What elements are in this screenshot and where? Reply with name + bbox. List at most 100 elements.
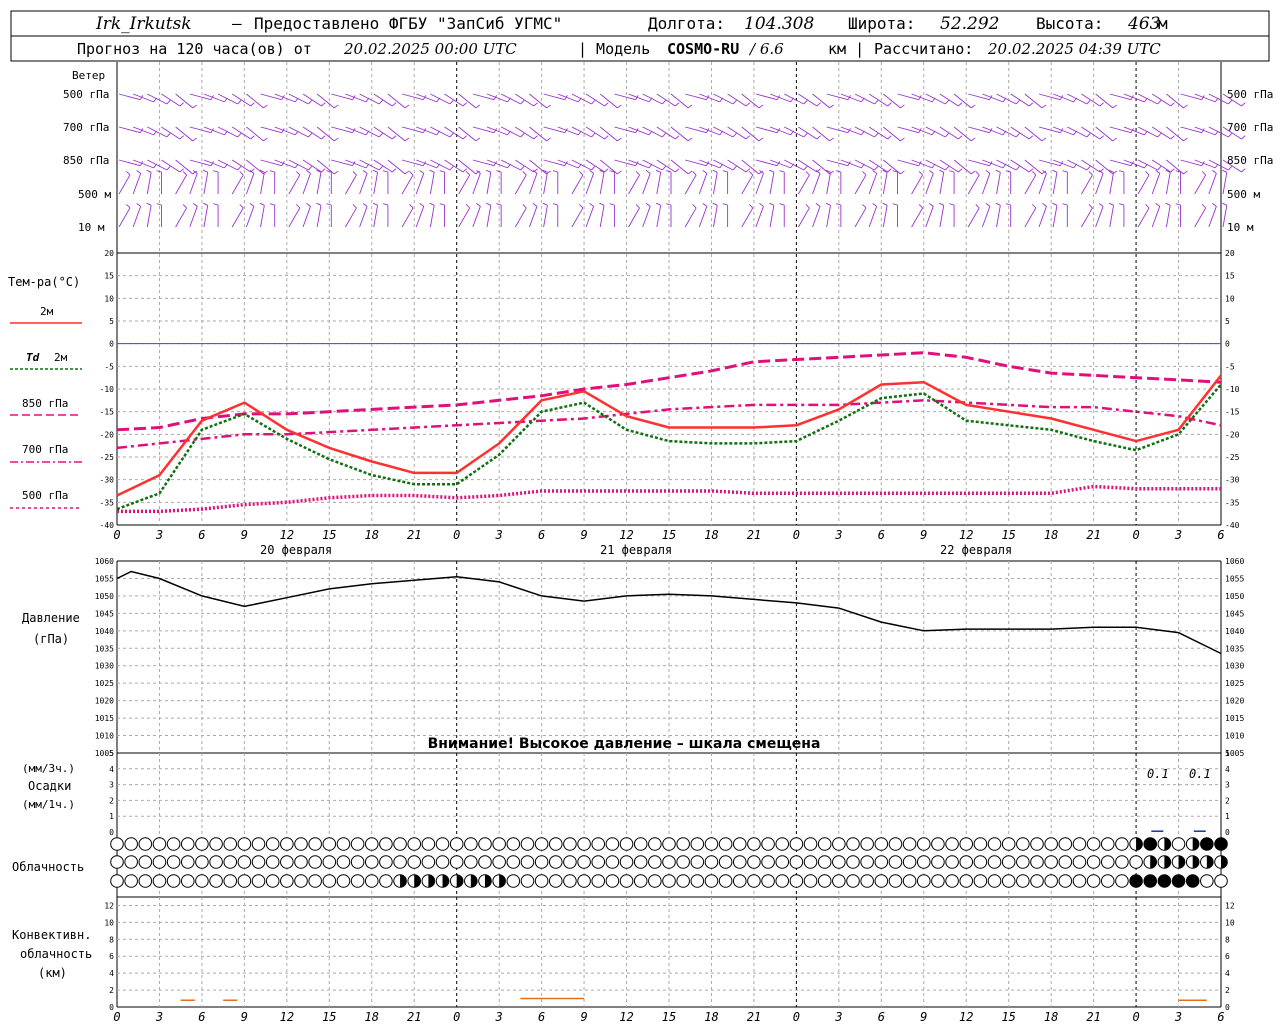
wind-barb [387, 159, 406, 175]
cloud-circle [987, 874, 1002, 888]
wind-barb [812, 159, 830, 175]
calc-date: 20.02.2025 04:39 UTC [987, 40, 1161, 58]
wind-barb [925, 173, 934, 195]
wind-barb [1109, 205, 1115, 228]
wind-barb-feather [1108, 202, 1114, 206]
wind-barb [543, 172, 548, 195]
wind-barb-feather [1028, 102, 1034, 107]
cloud-circle [180, 837, 195, 851]
meteogram: Irk_Irkutsk — Предоставлено ФГБУ "ЗапСиб… [8, 10, 1273, 1024]
cloud-circle [407, 855, 422, 869]
wind-barb-feather [604, 168, 609, 173]
cloud-circle [152, 855, 167, 869]
pressure-axis: 1005 10051010 10101015 10151020 10201025 1025… [95, 557, 1245, 758]
cloud-circle [379, 874, 393, 888]
wind-barb [628, 174, 640, 195]
wind-barb [1038, 173, 1047, 195]
wind-barb [288, 207, 301, 228]
cloud-circle [563, 855, 577, 869]
cloud-circle [931, 874, 945, 888]
wind-barb-feather [378, 132, 383, 138]
wind-barb-feather [439, 203, 445, 206]
wind-barb [1109, 172, 1115, 195]
cloud-circle [152, 837, 167, 851]
wind-barb [260, 159, 282, 167]
y-tick-label-left: 1025 [95, 679, 114, 688]
wind-barb-feather [635, 171, 640, 176]
cloud-circle-filled [1200, 837, 1214, 851]
y-tick-label-left: 8 [109, 935, 114, 944]
wind-barb [1165, 172, 1171, 195]
wind-barb [953, 93, 972, 109]
wind-barb-feather [156, 203, 162, 206]
wind-barb [1038, 206, 1047, 228]
wind-barb-feather [1062, 203, 1068, 206]
wind-barb-feather [748, 204, 754, 209]
wind-barb-feather [1098, 203, 1104, 207]
wind-barb [1052, 172, 1058, 195]
cloud-circle-half [485, 874, 492, 888]
wind-barb [713, 172, 718, 195]
wind-barb-feather [1183, 137, 1188, 142]
cloud-circle [973, 855, 988, 869]
x-axis-hours-bottom: 0 3 6 9 12 15 18 21 0 3 6 9 12 15 18 21 0 3 6 9 12 15 18 21 0 3 6 [113, 1010, 1224, 1024]
cloud-circle-half [1164, 855, 1171, 869]
wind-barb-feather [462, 102, 468, 107]
wind-barb [1151, 173, 1161, 195]
wind-barb-feather [862, 171, 867, 176]
cloud-circle [1016, 837, 1030, 851]
cloud-circle [435, 855, 450, 869]
y-tick-label-left: 1055 [95, 574, 114, 583]
cloud-circle [364, 855, 379, 869]
pressure-warning: Внимание! Высокое давление – шкала смеще… [428, 736, 821, 752]
wind-barb-feather [352, 171, 357, 176]
y-tick-label-left: 1035 [95, 644, 114, 653]
cloud-circle [124, 874, 138, 888]
wind-barb-feather [687, 137, 693, 142]
cloud-circle [563, 874, 577, 888]
wind-barb-feather [250, 135, 255, 140]
x-tick-label: 21 [1086, 1010, 1100, 1024]
cloud-circle [916, 855, 931, 869]
wind-barb-feather [732, 132, 737, 138]
wind-barb [458, 174, 471, 195]
wind-barb [345, 207, 357, 228]
y-tick-label-right: 3 [1225, 781, 1230, 790]
cloud-circle-filled [1172, 874, 1185, 888]
cloud-circle-half [1206, 855, 1214, 869]
wind-barb-feather [1183, 170, 1188, 175]
cloud-circle [973, 874, 988, 888]
wind-barb [246, 126, 264, 142]
wind-barb [599, 172, 605, 195]
cloud-circle [931, 855, 945, 869]
wind-barb-feather [995, 169, 1001, 173]
cloud-circle [308, 837, 322, 851]
wind-barb-feather [237, 165, 242, 171]
wind-barb [741, 159, 760, 175]
wind-barb [514, 207, 527, 228]
wind-barb [472, 159, 495, 167]
y-tick-label-left: 1010 [95, 732, 114, 741]
cloud-circle [690, 837, 705, 851]
cloud-circle [280, 855, 294, 869]
wind-barb-feather [419, 203, 425, 207]
wind-barb [316, 126, 335, 142]
wind-barb-feather [391, 168, 397, 173]
cloud-circle [294, 855, 308, 869]
wind-barb [1024, 126, 1043, 142]
wind-barb-feather [874, 132, 879, 138]
wind-barb [741, 174, 754, 195]
wind-barb [1038, 159, 1061, 167]
cloud-circle [223, 837, 238, 851]
wind-barb [1095, 206, 1104, 228]
cloud-circle [860, 874, 874, 888]
wind-barb [132, 173, 142, 195]
day-label-1: 20 февраля [260, 543, 332, 557]
y-tick-label-right: 12 [1225, 901, 1235, 910]
wind-barb [543, 159, 565, 167]
wind-barb [614, 93, 636, 101]
wind-barb-feather [579, 204, 584, 209]
cloud-circle [945, 855, 959, 869]
precip-bar [1151, 830, 1164, 832]
cloud-circle [747, 837, 761, 851]
